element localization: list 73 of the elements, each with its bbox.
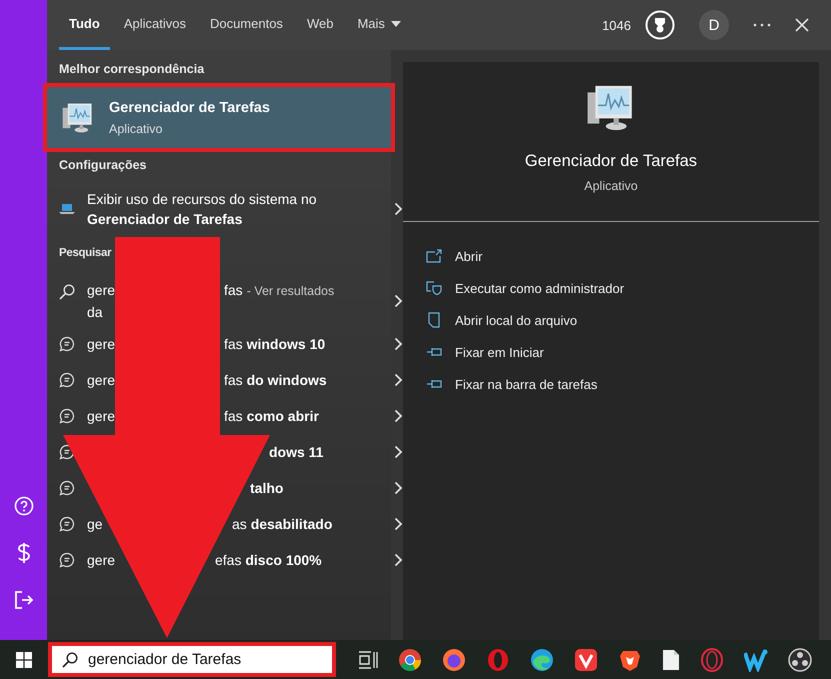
close-icon[interactable] bbox=[795, 18, 809, 32]
app-title: Gerenciador de Tarefas bbox=[524, 152, 698, 171]
action-item[interactable]: Abrir local do arquivo bbox=[425, 304, 819, 336]
search-icon bbox=[59, 284, 75, 300]
pin-icon bbox=[425, 379, 443, 389]
logout-icon[interactable] bbox=[14, 590, 34, 610]
speech-bubble-icon bbox=[59, 372, 75, 388]
chevron-right-icon bbox=[394, 294, 403, 308]
search-suggestion-text[interactable]: da bbox=[87, 302, 103, 322]
tab[interactable]: Web bbox=[296, 0, 344, 50]
chevron-right-icon bbox=[394, 553, 403, 567]
search-suggestion-text[interactable]: gere bbox=[87, 280, 116, 301]
action-item[interactable]: Executar como administrador bbox=[425, 272, 819, 304]
speech-bubble-icon bbox=[59, 336, 75, 352]
ring-browser-icon[interactable] bbox=[700, 648, 724, 672]
task-view-icon[interactable] bbox=[358, 650, 378, 668]
settings-item[interactable]: Exibir uso de recursos do sistema no Gerenciador de Tarefas bbox=[87, 189, 394, 229]
windows-start-icon[interactable] bbox=[16, 652, 32, 668]
speech-bubble-icon bbox=[59, 408, 75, 424]
pin-icon bbox=[425, 347, 443, 357]
tab[interactable]: Mais bbox=[347, 0, 411, 50]
section-heading: Pesquisar bbox=[58, 246, 112, 261]
chevron-right-icon bbox=[394, 445, 403, 459]
chevron-right-icon bbox=[394, 481, 403, 495]
speech-bubble-icon bbox=[59, 480, 75, 496]
points-count: 1046 bbox=[602, 18, 631, 32]
search-suggestion-text[interactable]: efas disco 100% bbox=[215, 550, 322, 570]
action-item[interactable]: Fixar em Iniciar bbox=[425, 336, 819, 368]
avatar[interactable]: D bbox=[699, 10, 729, 40]
document-icon[interactable] bbox=[662, 648, 680, 670]
search-suggestion-text[interactable]: talho bbox=[250, 478, 284, 498]
chevron-right-icon bbox=[394, 373, 403, 387]
search-suggestion-text[interactable]: fas do windows bbox=[224, 370, 327, 390]
search-suggestion-text[interactable]: fas como abrir bbox=[224, 406, 319, 426]
medal-icon[interactable] bbox=[645, 10, 675, 40]
action-item[interactable]: Abrir bbox=[425, 240, 819, 272]
chevron-right-icon bbox=[394, 517, 403, 531]
search-suggestion-text[interactable]: fas windows 10 bbox=[224, 334, 326, 354]
speech-bubble-icon bbox=[59, 516, 75, 532]
speech-bubble-icon bbox=[59, 552, 75, 568]
letter-w-app-icon[interactable] bbox=[744, 648, 768, 672]
shield-icon bbox=[425, 281, 443, 295]
search-suggestion-text[interactable]: gere bbox=[87, 334, 116, 354]
search-suggestion-text[interactable]: dows 11 bbox=[269, 442, 324, 462]
v-browser-icon[interactable] bbox=[574, 648, 598, 672]
search-suggestion-text[interactable]: gere bbox=[87, 370, 116, 390]
open-window-icon bbox=[425, 249, 443, 263]
search-suggestion-text[interactable]: gere bbox=[87, 550, 116, 570]
laptop-icon bbox=[59, 203, 75, 215]
search-field[interactable]: gerenciador de Tarefas bbox=[48, 642, 336, 677]
search-suggestion-text[interactable]: ge bbox=[87, 514, 103, 534]
search-icon bbox=[62, 652, 78, 668]
chevron-right-icon bbox=[394, 202, 403, 216]
three-circle-app-icon[interactable] bbox=[788, 648, 812, 672]
search-suggestion-text[interactable]: gere bbox=[87, 406, 116, 426]
section-heading: Melhor correspondência bbox=[58, 61, 206, 77]
tab[interactable]: Documentos bbox=[200, 0, 293, 50]
dollar-icon[interactable] bbox=[16, 542, 30, 564]
wave-browser-icon[interactable] bbox=[530, 648, 554, 672]
action-item[interactable]: Fixar na barra de tarefas bbox=[425, 368, 819, 400]
best-match-item[interactable]: Gerenciador de Tarefas Aplicativo bbox=[47, 87, 391, 148]
section-heading: Configurações bbox=[58, 157, 148, 173]
help-icon[interactable] bbox=[14, 496, 34, 516]
search-suggestion-text[interactable]: as desabilitado bbox=[232, 514, 332, 534]
letter-o-browser-icon[interactable] bbox=[486, 648, 510, 672]
more-icon[interactable] bbox=[753, 23, 771, 27]
chevron-right-icon bbox=[394, 337, 403, 351]
app-type: Aplicativo bbox=[584, 179, 638, 193]
tab[interactable]: Aplicativos bbox=[114, 0, 196, 50]
search-suggestion-text[interactable]: fas - Ver resultados bbox=[224, 280, 334, 302]
chevron-right-icon bbox=[394, 409, 403, 423]
fox-browser-icon[interactable] bbox=[442, 648, 466, 672]
chrome-browser-icon[interactable] bbox=[398, 648, 422, 672]
